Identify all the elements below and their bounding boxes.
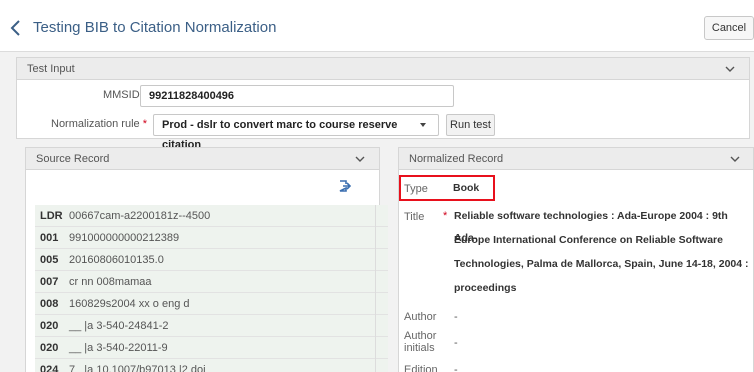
test-input-title: Test Input: [27, 63, 75, 75]
source-record-title: Source Record: [36, 153, 110, 165]
normalization-rule-select[interactable]: Prod - dslr to convert marc to course re…: [153, 114, 439, 151]
test-input-panel: Test Input MMSID * 99211828400496 Normal…: [16, 57, 750, 151]
mmsid-field[interactable]: 99211828400496: [140, 85, 454, 107]
field-value: __ |a 3-540-24841-2: [69, 320, 169, 332]
export-icon[interactable]: [337, 179, 351, 193]
title-line: Europe International Conference on Relia…: [454, 234, 723, 246]
author-value: -: [454, 311, 458, 323]
field-value: 00667cam-a2200181z--4500: [69, 210, 211, 222]
source-record-panel: Source Record LDR 00667cam-a2200181z--45…: [25, 147, 388, 372]
chevron-down-icon[interactable]: [354, 153, 366, 165]
cancel-button[interactable]: Cancel: [704, 16, 754, 40]
table-row: 001 991000000000212389: [35, 227, 388, 249]
page-header: Testing BIB to Citation Normalization Ca…: [0, 0, 754, 52]
type-label: Type: [404, 183, 428, 195]
title-line: proceedings: [454, 282, 517, 294]
table-row: 020 __ |a 3-540-22011-9: [35, 337, 388, 359]
field-value: 160829s2004 xx o eng d: [69, 298, 190, 310]
author-label: Author: [404, 311, 437, 323]
mmsid-label: MMSID *: [57, 89, 147, 101]
field-tag: 024: [40, 364, 59, 372]
table-row: 008 160829s2004 xx o eng d: [35, 293, 388, 315]
title-label: Title: [404, 211, 425, 223]
field-tag: 008: [40, 298, 59, 310]
normalized-record-header[interactable]: Normalized Record: [399, 148, 753, 170]
required-mark: *: [443, 210, 448, 222]
edition-label: Edition: [404, 364, 438, 372]
chevron-left-icon[interactable]: [8, 18, 24, 38]
table-row: 007 cr nn 008mamaa: [35, 271, 388, 293]
type-value: Book: [453, 182, 480, 194]
field-value: 20160806010135.0: [69, 254, 164, 266]
table-row: 020 __ |a 3-540-24841-2: [35, 315, 388, 337]
source-record-header[interactable]: Source Record: [26, 148, 379, 170]
title-line: Technologies, Palma de Mallorca, Spain, …: [454, 258, 749, 270]
page-title: Testing BIB to Citation Normalization: [33, 19, 277, 36]
column-divider: [375, 227, 376, 249]
column-divider: [375, 293, 376, 315]
table-row: 024 7_ |a 10.1007/b97013 |2 doi: [35, 359, 388, 372]
field-value: cr nn 008mamaa: [69, 276, 152, 288]
field-tag: 005: [40, 254, 59, 266]
test-input-header[interactable]: Test Input: [17, 58, 749, 80]
run-test-button[interactable]: Run test: [446, 114, 495, 136]
field-value: __ |a 3-540-22011-9: [69, 342, 168, 354]
field-tag: 020: [40, 320, 59, 332]
field-tag: 007: [40, 276, 59, 288]
chevron-down-icon[interactable]: [729, 153, 741, 165]
column-divider: [375, 249, 376, 271]
author-initials-label: Author initials: [404, 330, 437, 354]
field-tag: 020: [40, 342, 59, 354]
page-content: Test Input MMSID * 99211828400496 Normal…: [0, 52, 754, 372]
normalized-record-title: Normalized Record: [409, 153, 504, 165]
field-value: 991000000000212389: [69, 232, 180, 244]
column-divider: [375, 315, 376, 337]
table-row: 005 20160806010135.0: [35, 249, 388, 271]
field-value: 7_ |a 10.1007/b97013 |2 doi: [69, 364, 206, 372]
field-tag: 001: [40, 232, 59, 244]
column-divider: [375, 205, 376, 227]
normalized-record-panel: Normalized Record Type Book Title * Reli…: [398, 147, 754, 372]
table-row: LDR 00667cam-a2200181z--4500: [35, 205, 388, 227]
column-divider: [375, 359, 376, 372]
caret-down-icon[interactable]: [420, 123, 426, 127]
required-mark: *: [142, 118, 147, 130]
normalization-rule-label: Normalization rule *: [51, 118, 147, 130]
column-divider: [375, 337, 376, 359]
chevron-down-icon[interactable]: [724, 63, 736, 75]
author-initials-value: -: [454, 337, 458, 349]
column-divider: [375, 271, 376, 293]
edition-value: -: [454, 364, 458, 372]
field-tag: LDR: [40, 210, 63, 222]
